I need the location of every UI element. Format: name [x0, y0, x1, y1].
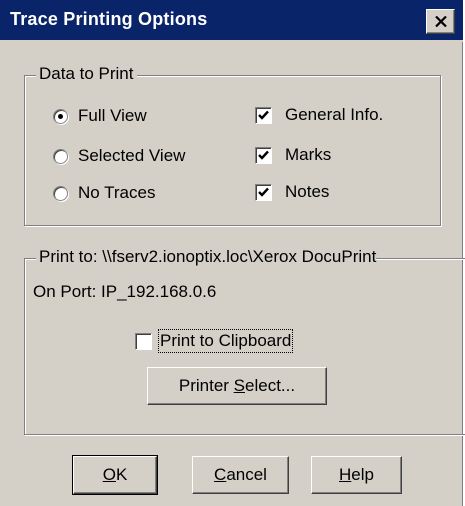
- print-to-label: Print to: \\fserv2.ionoptix.loc\Xerox Do…: [36, 247, 377, 267]
- radio-label: No Traces: [78, 183, 156, 202]
- checkbox-print-to-clipboard[interactable]: Print to Clipboard: [135, 329, 294, 353]
- checkbox[interactable]: [255, 183, 272, 201]
- printer-select-label-prefix: Printer: [178, 376, 234, 395]
- cancel-mnemonic: C: [214, 465, 227, 484]
- checkbox-marks[interactable]: Marks: [255, 145, 331, 165]
- data-to-print-legend: Data to Print: [36, 64, 137, 84]
- radio-button[interactable]: [53, 108, 68, 124]
- radio-no-traces[interactable]: No Traces: [53, 183, 155, 203]
- radio-button[interactable]: [53, 148, 68, 164]
- checkmark-icon: [258, 187, 269, 197]
- printer-select-mnemonic: S: [233, 376, 246, 395]
- radio-button[interactable]: [53, 185, 68, 201]
- on-port-label: On Port: IP_192.168.0.6: [33, 282, 217, 301]
- checkbox-label: Notes: [285, 182, 330, 201]
- ok-mnemonic: O: [102, 465, 116, 484]
- checkbox-notes[interactable]: Notes: [255, 182, 329, 202]
- cancel-button[interactable]: Cancel: [192, 456, 289, 494]
- radio-label: Full View: [78, 106, 147, 125]
- help-label-rest: elp: [351, 465, 374, 484]
- window-title: Trace Printing Options: [10, 9, 208, 29]
- checkbox[interactable]: [255, 146, 272, 164]
- ok-button[interactable]: OK: [72, 455, 158, 495]
- radio-full-view[interactable]: Full View: [53, 106, 147, 126]
- checkbox-general-info[interactable]: General Info.: [255, 105, 383, 125]
- title-bar[interactable]: Trace Printing Options: [0, 0, 463, 42]
- printer-select-label-suffix: elect...: [245, 376, 296, 395]
- checkbox-label: Print to Clipboard: [157, 329, 294, 353]
- close-icon: [434, 16, 447, 27]
- trace-printing-options-dialog: Trace Printing Options Data to Print Ful…: [0, 0, 465, 506]
- close-button[interactable]: [426, 9, 455, 34]
- checkbox-label: Marks: [285, 145, 332, 164]
- cancel-label-rest: ancel: [226, 465, 267, 484]
- radio-selected-view[interactable]: Selected View: [53, 146, 185, 166]
- printer-select-button[interactable]: Printer Select...: [147, 367, 327, 405]
- checkbox-label: General Info.: [285, 105, 384, 124]
- checkmark-icon: [258, 110, 269, 120]
- help-button[interactable]: Help: [311, 456, 402, 494]
- checkbox[interactable]: [255, 106, 272, 124]
- radio-label: Selected View: [78, 146, 186, 165]
- checkbox[interactable]: [135, 332, 152, 350]
- help-mnemonic: H: [339, 465, 352, 484]
- checkmark-icon: [258, 150, 269, 160]
- ok-label-rest: K: [115, 465, 128, 484]
